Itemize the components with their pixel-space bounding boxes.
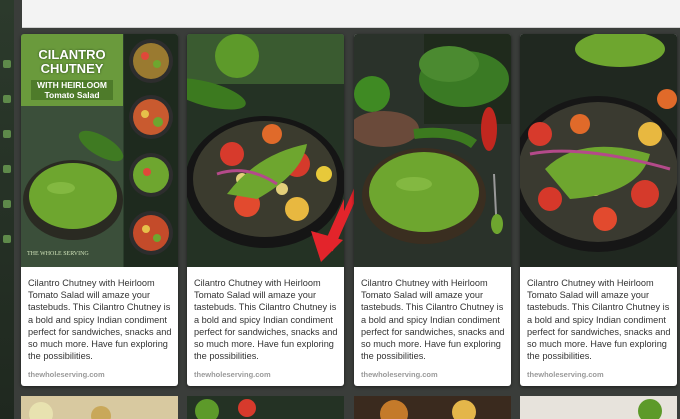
sidebar-icon[interactable] <box>3 200 11 208</box>
sidebar-icon[interactable] <box>3 60 11 68</box>
pin-source-link[interactable]: thewholeserving.com <box>194 370 271 379</box>
pin-card[interactable]: Cilantro Chutney with Heirloom Tomato Sa… <box>354 34 511 386</box>
search-bar[interactable] <box>22 0 680 28</box>
pin-title: CILANTRO CHUTNEY <box>38 47 106 76</box>
pin-image[interactable]: CILANTRO CHUTNEY WITH HEIRLOOM Tomato Sa… <box>21 34 178 267</box>
watermark: THE WHOLE SERVING <box>27 251 89 257</box>
pin-description: Cilantro Chutney with Heirloom Tomato Sa… <box>361 278 505 362</box>
sidebar-icon[interactable] <box>3 235 11 243</box>
sidebar-icon[interactable] <box>3 130 11 138</box>
pin-card[interactable]: Cilantro Chutney with Heirloom Tomato Sa… <box>520 34 677 386</box>
sidebar <box>0 0 14 419</box>
pin-card[interactable]: CILANTRO CHUTNEY WITH HEIRLOOM Tomato Sa… <box>21 34 178 386</box>
pin-subtitle: WITH HEIRLOOM Tomato Salad <box>31 80 113 100</box>
pin-source-link[interactable]: thewholeserving.com <box>361 370 438 379</box>
pin-card-next-row[interactable] <box>187 396 344 419</box>
pin-image[interactable] <box>354 34 511 267</box>
sidebar-icon[interactable] <box>3 95 11 103</box>
pin-image[interactable] <box>520 34 677 267</box>
pin-card-next-row[interactable] <box>21 396 178 419</box>
pin-description: Cilantro Chutney with Heirloom Tomato Sa… <box>194 278 338 362</box>
pin-description: Cilantro Chutney with Heirloom Tomato Sa… <box>28 278 172 362</box>
pin-card-next-row[interactable] <box>354 396 511 419</box>
sidebar-icon[interactable] <box>3 165 11 173</box>
pin-source-link[interactable]: thewholeserving.com <box>28 370 105 379</box>
pin-source-link[interactable]: thewholeserving.com <box>527 370 604 379</box>
pin-description: Cilantro Chutney with Heirloom Tomato Sa… <box>527 278 671 362</box>
pin-card-next-row[interactable] <box>520 396 677 419</box>
